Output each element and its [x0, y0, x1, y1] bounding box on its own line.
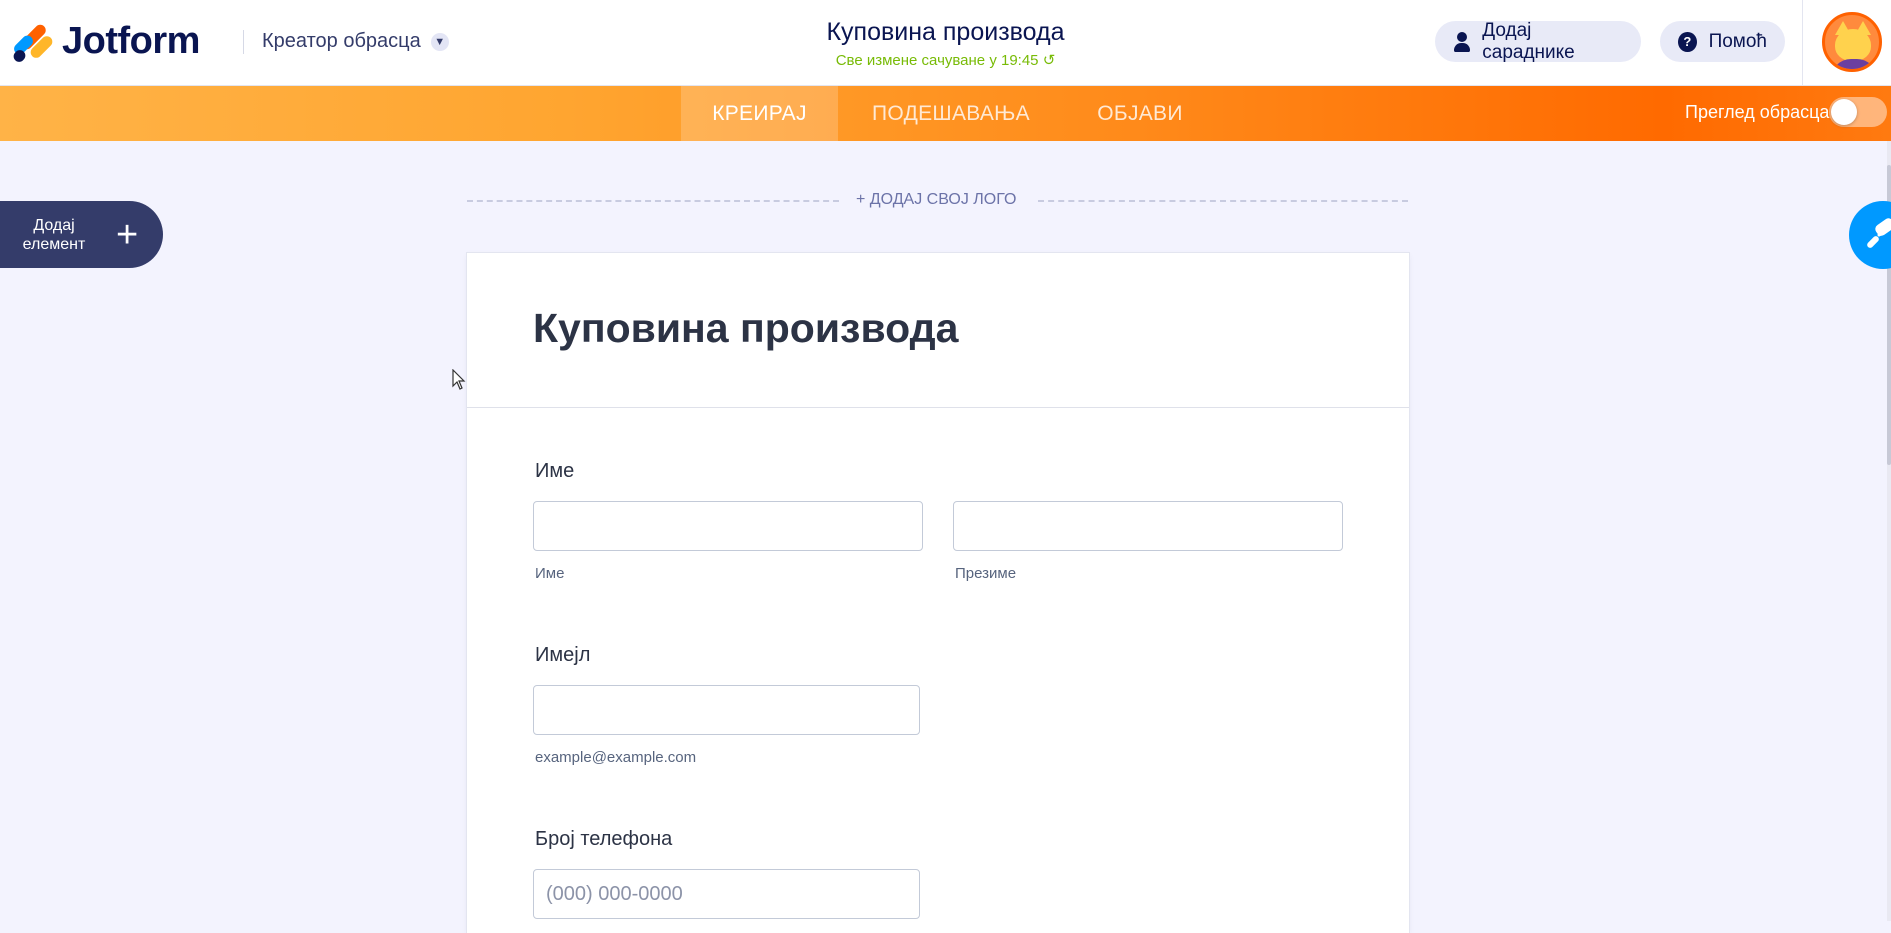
- mouse-cursor-icon: [452, 369, 466, 390]
- last-name-sublabel: Презиме: [955, 565, 1017, 582]
- add-logo-button[interactable]: + ДОДАЈ СВОЈ ЛОГО: [856, 191, 1016, 209]
- help-button[interactable]: ? Помоћ: [1660, 21, 1785, 62]
- plus-icon: +: [116, 213, 139, 256]
- header-separator: [1802, 0, 1803, 86]
- heading-divider: [467, 407, 1409, 408]
- tab-settings[interactable]: ПОДЕШАВАЊА: [860, 86, 1042, 141]
- add-element-button[interactable]: Додај елемент +: [0, 201, 163, 268]
- first-name-sublabel: Име: [535, 565, 565, 582]
- tab-publish[interactable]: ОБЈАВИ: [1080, 86, 1200, 141]
- add-collaborators-label: Додај сараднике: [1482, 19, 1575, 63]
- form-designer-button[interactable]: [1849, 201, 1891, 269]
- question-icon: ?: [1678, 31, 1697, 52]
- add-element-label: Додај елемент: [22, 216, 86, 253]
- add-collaborators-button[interactable]: Додај сараднике: [1435, 19, 1641, 63]
- form-heading[interactable]: Куповина производа: [533, 305, 958, 352]
- logo-dashed-line-left: [467, 200, 839, 202]
- email-field-label[interactable]: Имејл: [535, 644, 590, 667]
- logo-dashed-line-right: [1038, 200, 1408, 202]
- phone-input[interactable]: (000) 000-0000: [533, 869, 920, 919]
- email-sublabel: example@example.com: [535, 749, 697, 766]
- form-preview-label: Преглед обрасца: [1685, 102, 1830, 122]
- name-field-label[interactable]: Име: [535, 460, 574, 483]
- top-header: Jotform Креатор обрасца ▼ Куповина произ…: [0, 0, 1891, 86]
- form-preview-toggle[interactable]: [1829, 97, 1887, 127]
- avatar-face-icon: [1835, 29, 1871, 61]
- builder-navbar: КРЕИРАЈ ПОДЕШАВАЊА ОБЈАВИ Преглед обрасц…: [0, 86, 1891, 141]
- toggle-knob: [1831, 99, 1857, 125]
- person-icon: [1453, 31, 1471, 52]
- save-status-text: Све измене сачуване у 19:45: [835, 52, 1039, 69]
- last-name-input[interactable]: [953, 501, 1343, 551]
- paint-roller-icon: [1867, 218, 1891, 248]
- form-card: Куповина производа Име Име Презиме Имејл…: [467, 253, 1409, 933]
- avatar[interactable]: [1822, 12, 1882, 72]
- email-input[interactable]: [533, 685, 920, 735]
- refresh-icon[interactable]: ↺: [1043, 52, 1056, 69]
- first-name-input[interactable]: [533, 501, 923, 551]
- tab-create[interactable]: КРЕИРАЈ: [681, 86, 838, 141]
- help-label: Помоћ: [1708, 30, 1767, 52]
- phone-field-label[interactable]: Број телефона: [535, 828, 672, 851]
